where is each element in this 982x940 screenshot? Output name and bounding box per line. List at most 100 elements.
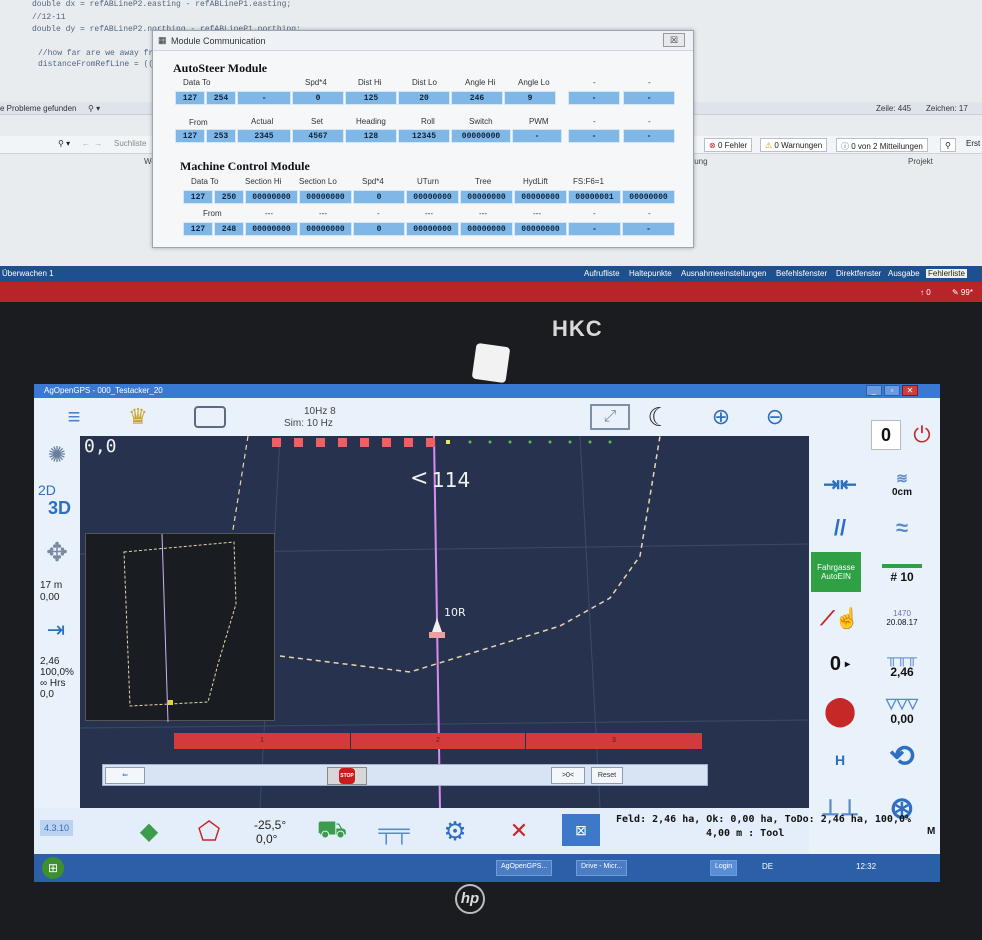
view-2d[interactable]: 2D xyxy=(38,482,56,498)
label: From xyxy=(189,118,208,127)
menu-icon[interactable]: ≡ xyxy=(56,404,92,430)
moon-icon[interactable]: ☾ xyxy=(644,402,674,432)
messages-button[interactable]: ⓘ 0 von 2 Mitteilungen xyxy=(836,138,928,152)
taskbar-item-aog[interactable]: AgOpenGPS... xyxy=(496,860,553,876)
offset-button[interactable]: ≋ 0cm xyxy=(873,462,931,506)
label: Data To xyxy=(191,177,219,186)
coords: 0,0 xyxy=(84,436,117,457)
label: Actual xyxy=(251,117,274,126)
cell: - xyxy=(568,129,620,143)
close-button[interactable]: ☒ xyxy=(663,33,685,47)
back-arrow-icon[interactable]: ← xyxy=(82,139,90,148)
input-icon[interactable]: ⇥ xyxy=(38,612,74,648)
tab-command[interactable]: Befehlsfenster xyxy=(776,269,827,278)
tab-output[interactable]: Ausgabe xyxy=(888,269,920,278)
compress-icon[interactable]: ⇥⇤ xyxy=(811,462,869,506)
field-icon[interactable]: ◆ xyxy=(132,814,166,848)
settings-gear-icon[interactable]: ⚙ xyxy=(438,814,472,848)
center-button[interactable]: >0< xyxy=(551,767,585,784)
tab-error-list[interactable]: Fehlerliste xyxy=(926,269,967,278)
cell: 127 xyxy=(183,190,213,204)
version-label: 4.3.10 xyxy=(40,820,74,836)
language-indicator[interactable]: DE xyxy=(762,862,773,871)
stop-button[interactable]: STOP xyxy=(327,767,367,785)
cell: 4567 xyxy=(292,129,344,143)
start-icon[interactable]: ⊞ xyxy=(42,857,64,879)
code-line: distanceFromRefLine = ((d xyxy=(38,60,159,69)
camera-icon[interactable]: ⊠ xyxy=(562,814,600,846)
search-input[interactable]: Suchliste xyxy=(114,139,146,148)
tractor-icon[interactable]: ⛟ xyxy=(312,814,352,848)
cell: 0 xyxy=(292,91,344,105)
cell: 00000000 xyxy=(245,190,298,204)
stop-label: STOP xyxy=(339,768,355,784)
tab-exceptions[interactable]: Ausnahmeeinstellungen xyxy=(681,269,766,278)
fullscreen-icon[interactable]: ⤢ xyxy=(590,404,630,430)
label: - xyxy=(593,78,596,87)
window-titlebar: ▦ Module Communication ☒ xyxy=(153,31,693,51)
area-worked-button[interactable]: ╥╥╥ 2,46 xyxy=(873,642,931,686)
watch-tab[interactable]: Überwachen 1 xyxy=(2,269,54,278)
snap-button[interactable]: 0 ▸ xyxy=(811,642,869,686)
cell: 127 xyxy=(175,129,205,143)
tab-breakpoints[interactable]: Haltepunkte xyxy=(629,269,672,278)
taskbar-item-drive[interactable]: Drive - Micr... xyxy=(576,860,628,876)
status-edit: ✎ 99* xyxy=(952,288,973,297)
curve-lines-icon[interactable]: ≈ xyxy=(873,506,931,550)
clock: 12:32 xyxy=(856,862,877,871)
reset-button[interactable]: Reset xyxy=(591,767,623,784)
search-icon[interactable]: ⚲ ▾ xyxy=(58,139,70,148)
headland-button[interactable]: H xyxy=(811,738,869,782)
zoom-out-icon[interactable]: ⊖ xyxy=(760,402,790,432)
zoom-in-icon[interactable]: ⊕ xyxy=(706,402,736,432)
tramline-button[interactable]: Fahrgasse AutoEIN xyxy=(811,552,861,592)
area-worked: 2,46 xyxy=(890,665,914,679)
cell: 246 xyxy=(451,91,503,105)
back-button[interactable]: ⇐ xyxy=(105,767,145,784)
filter-button[interactable]: ⚲ xyxy=(940,138,956,152)
section-bar[interactable]: 1 xyxy=(174,733,350,749)
implement-icon[interactable]: ╤╤ xyxy=(374,814,414,848)
minimize-button[interactable]: _ xyxy=(866,385,882,396)
area-applied-button[interactable]: ▽▽▽ 0,00 xyxy=(873,688,931,732)
move-arrows-icon[interactable]: ✥ xyxy=(38,534,76,570)
section-bar[interactable]: 3 xyxy=(526,733,702,749)
tools-icon[interactable]: ✕ xyxy=(502,814,536,848)
warnings-button[interactable]: ⚠ 0 Warnungen xyxy=(760,138,828,152)
close-button[interactable]: ✕ xyxy=(902,385,918,396)
label: Dist Lo xyxy=(412,78,437,87)
map-pin-icon[interactable]: ⬤ xyxy=(811,688,869,732)
minimap[interactable] xyxy=(85,533,275,722)
cell: 128 xyxy=(345,129,397,143)
window-icon[interactable] xyxy=(194,406,226,428)
uturn-icon[interactable]: ⟲ xyxy=(873,734,931,778)
stats-block: 2,46 100,0% ∞ Hrs 0,0 xyxy=(40,656,74,700)
line-indicator: Zeile: 445 xyxy=(876,104,912,113)
tab-call-stack[interactable]: Aufrufliste xyxy=(584,269,620,278)
forward-arrow-icon[interactable]: → xyxy=(94,139,102,148)
sim-text: Sim: 10 Hz xyxy=(284,418,333,429)
crown-icon[interactable]: ♛ xyxy=(118,404,158,430)
tab-immediate[interactable]: Direktfenster xyxy=(836,269,881,278)
view-3d[interactable]: 3D xyxy=(48,498,71,519)
parallel-lines-icon[interactable]: // xyxy=(811,506,869,550)
taskbar-item-login[interactable]: Login xyxy=(710,860,738,876)
satellite-icon[interactable]: ✺ xyxy=(40,440,74,470)
maximize-button[interactable]: ▫ xyxy=(884,385,900,396)
errors-button[interactable]: ⊗ 0 Fehler xyxy=(704,138,753,152)
cell: - xyxy=(568,222,621,236)
window-title: Module Communication xyxy=(171,36,266,46)
edit-line-icon[interactable]: ⟋☝ xyxy=(811,596,869,640)
power-icon[interactable]: ⏻ xyxy=(907,420,937,450)
nav-icon[interactable]: ⚲ ▾ xyxy=(88,104,100,113)
machine-title: Machine Control Module xyxy=(180,159,310,173)
tool-label: 10R xyxy=(444,606,466,619)
boundary-icon[interactable]: ⬠ xyxy=(192,814,226,848)
abline-button[interactable]: # 10 xyxy=(873,552,931,596)
cell: 00000001 xyxy=(568,190,621,204)
label: UTurn xyxy=(417,177,439,186)
app-titlebar: AgOpenGPS - 000_Testacker_20 _ ▫ ✕ xyxy=(34,384,940,398)
build-filter[interactable]: Erst xyxy=(966,139,980,148)
section-bar[interactable]: 2 xyxy=(351,733,525,749)
date-button[interactable]: 1470 20.08.17 xyxy=(873,596,931,640)
